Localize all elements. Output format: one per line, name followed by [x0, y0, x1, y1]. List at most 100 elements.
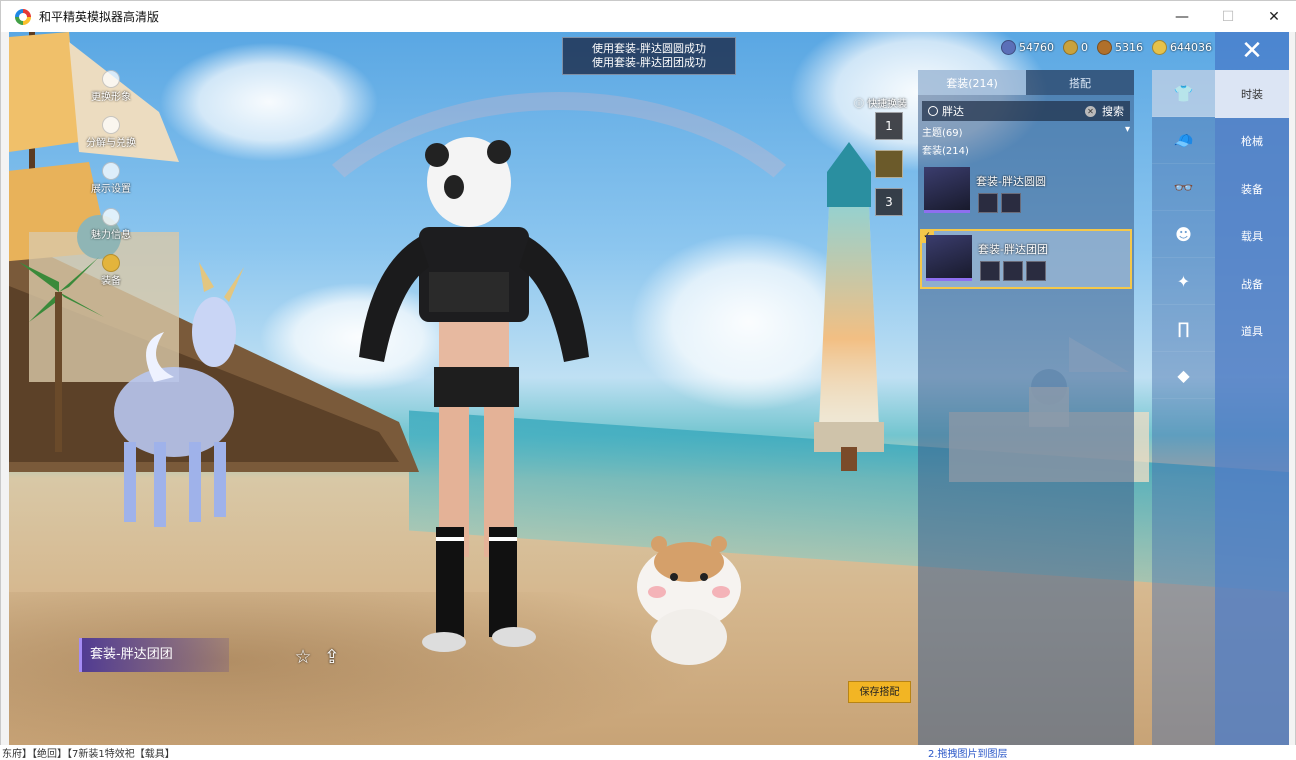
- part-thumbnail: [1001, 193, 1021, 213]
- left-menu: 更换形象 分解与兑换 展示设置 魅力信息 装备: [71, 70, 151, 300]
- menu-decompose-exchange[interactable]: 分解与兑换: [71, 116, 151, 150]
- search-value: 胖达: [942, 105, 964, 118]
- background-text-left: 东府】【绝回】【7新装1特效祀【载具】: [2, 749, 175, 760]
- part-thumbnail: [980, 261, 1000, 281]
- toast-line-2: 使用套装-胖达团团成功: [592, 56, 706, 69]
- menu-display-settings[interactable]: 展示设置: [71, 162, 151, 196]
- hamster-pet: [637, 536, 741, 665]
- item-name: 套装-胖达圆圆: [976, 175, 1046, 188]
- slot-icon-column: 👕 🧢 👓 ☻ ✦ ∏ ◆: [1152, 70, 1215, 752]
- currency-bar: 54760 0 5316 644036: [1001, 40, 1212, 55]
- part-thumbnail: [978, 193, 998, 213]
- menu-label: 分解与兑换: [86, 138, 136, 149]
- menu-charm-info[interactable]: 魅力信息: [71, 208, 151, 242]
- shoes-icon[interactable]: ◆: [1152, 352, 1215, 399]
- top-icon[interactable]: ✦: [1152, 258, 1215, 305]
- suit-label: 套装(214): [922, 146, 969, 157]
- clear-search-icon[interactable]: ✕: [1085, 105, 1096, 117]
- category-gear[interactable]: 战备: [1215, 260, 1289, 308]
- pants-icon[interactable]: ∏: [1152, 305, 1215, 352]
- outfit-thumbnail: [926, 235, 972, 281]
- share-icon[interactable]: ⇪: [321, 646, 343, 668]
- currency-value: 5316: [1115, 41, 1143, 54]
- person-icon: [102, 70, 120, 88]
- quick-slot-1[interactable]: 1: [875, 112, 903, 140]
- quick-swap-text: 快捷换装: [867, 99, 908, 110]
- currency-value: 54760: [1019, 41, 1054, 54]
- close-wardrobe-button[interactable]: ✕: [1215, 32, 1289, 70]
- mask-icon[interactable]: ☻: [1152, 211, 1215, 258]
- quick-slot-3[interactable]: 3: [875, 188, 903, 216]
- theme-row[interactable]: 主题(69) ▾: [918, 121, 1134, 139]
- current-outfit-label: 套装-胖达团团: [79, 638, 229, 672]
- glasses-icon[interactable]: 👓: [1152, 164, 1215, 211]
- gear-icon: [102, 116, 120, 134]
- category-vehicles[interactable]: 载具: [1215, 213, 1289, 261]
- suit-row: 套装(214): [918, 139, 1134, 157]
- success-toast: 使用套装-胖达圆圆成功 使用套装-胖达团团成功: [562, 37, 736, 75]
- item-parts: [980, 261, 1046, 281]
- menu-label: 魅力信息: [91, 230, 131, 241]
- emulator-window: 和平精英模拟器高清版 — ☐ ✕ 使用套装-胖达圆圆成功 使用套装-胖达团团成功…: [0, 0, 1296, 759]
- search-button[interactable]: 搜索: [1102, 103, 1124, 119]
- menu-label: 装备: [101, 276, 121, 287]
- background-text-right[interactable]: 2.拖拽图片到图层: [928, 745, 1008, 760]
- charm-icon: [102, 208, 120, 226]
- title-bar: 和平精英模拟器高清版 — ☐ ✕: [1, 1, 1296, 32]
- item-parts: [978, 193, 1021, 213]
- crystal-unicorn: [114, 262, 244, 527]
- toast-line-1: 使用套装-胖达圆圆成功: [592, 42, 706, 55]
- theme-label: 主题(69): [922, 128, 963, 139]
- diamond-coin-icon: [1001, 40, 1016, 55]
- category-items[interactable]: 道具: [1215, 308, 1289, 356]
- list-item[interactable]: 套装-胖达圆圆: [920, 163, 1132, 223]
- category-firearms[interactable]: 枪械: [1215, 118, 1289, 166]
- category-equipment[interactable]: 装备: [1215, 165, 1289, 213]
- currency-star[interactable]: 644036: [1152, 40, 1212, 55]
- hat-icon[interactable]: 🧢: [1152, 117, 1215, 164]
- wardrobe-panel: 套装(214) 搭配 胖达 ✕ 搜索 主题(69) ▾ 套装(214) 套装-胖…: [918, 70, 1134, 752]
- minimize-button[interactable]: —: [1159, 1, 1205, 32]
- menu-label: 更换形象: [91, 92, 131, 103]
- star-coin-icon: [1152, 40, 1167, 55]
- part-thumbnail: [1003, 261, 1023, 281]
- eye-icon: [102, 162, 120, 180]
- search-icon: [928, 106, 938, 116]
- tab-outfit-combos[interactable]: 搭配: [1026, 70, 1134, 95]
- app-logo-icon: [15, 8, 31, 25]
- menu-label: 展示设置: [91, 184, 131, 195]
- menu-equipment[interactable]: 装备: [71, 254, 151, 288]
- gold-ring-coin-icon: [1063, 40, 1078, 55]
- outfit-thumbnail: [924, 167, 970, 213]
- maximize-button[interactable]: ☐: [1205, 1, 1251, 32]
- item-name: 套装-胖达团团: [978, 243, 1048, 256]
- window-controls: — ☐ ✕: [1159, 1, 1296, 32]
- help-icon: ⓘ: [854, 99, 864, 110]
- background-taskbar-text: 东府】【绝回】【7新装1特效祀【载具】 2.拖拽图片到图层: [0, 745, 1296, 760]
- quick-slot-2[interactable]: [875, 150, 903, 178]
- outfit-icon[interactable]: 👕: [1152, 70, 1215, 117]
- favorite-star-icon[interactable]: ☆: [292, 646, 314, 668]
- search-input[interactable]: 胖达 ✕ 搜索: [922, 101, 1130, 121]
- currency-bronze[interactable]: 5316: [1097, 40, 1143, 55]
- category-fashion[interactable]: 时装: [1215, 70, 1289, 118]
- game-viewport: 使用套装-胖达圆圆成功 使用套装-胖达团团成功 更换形象 分解与兑换 展示设置 …: [9, 32, 1289, 752]
- close-window-button[interactable]: ✕: [1251, 1, 1296, 32]
- chevron-down-icon: ▾: [1124, 124, 1130, 135]
- quick-swap-label[interactable]: ⓘ 快捷换装: [854, 95, 907, 110]
- equip-icon: [102, 254, 120, 272]
- category-column: 时装 枪械 装备 载具 战备 道具: [1215, 70, 1289, 752]
- bronze-coin-icon: [1097, 40, 1112, 55]
- save-outfit-button[interactable]: 保存搭配: [848, 681, 911, 703]
- currency-gold-ring[interactable]: 0: [1063, 40, 1088, 55]
- currency-value: 644036: [1170, 41, 1212, 54]
- window-title: 和平精英模拟器高清版: [39, 10, 160, 24]
- list-item-selected[interactable]: ✓ 套装-胖达团团: [920, 229, 1132, 289]
- tab-suits[interactable]: 套装(214): [918, 70, 1026, 95]
- part-thumbnail: [1026, 261, 1046, 281]
- currency-value: 0: [1081, 41, 1088, 54]
- lighthouse: [814, 142, 884, 471]
- panel-tabs: 套装(214) 搭配: [918, 70, 1134, 95]
- menu-change-avatar[interactable]: 更换形象: [71, 70, 151, 104]
- currency-diamond[interactable]: 54760: [1001, 40, 1054, 55]
